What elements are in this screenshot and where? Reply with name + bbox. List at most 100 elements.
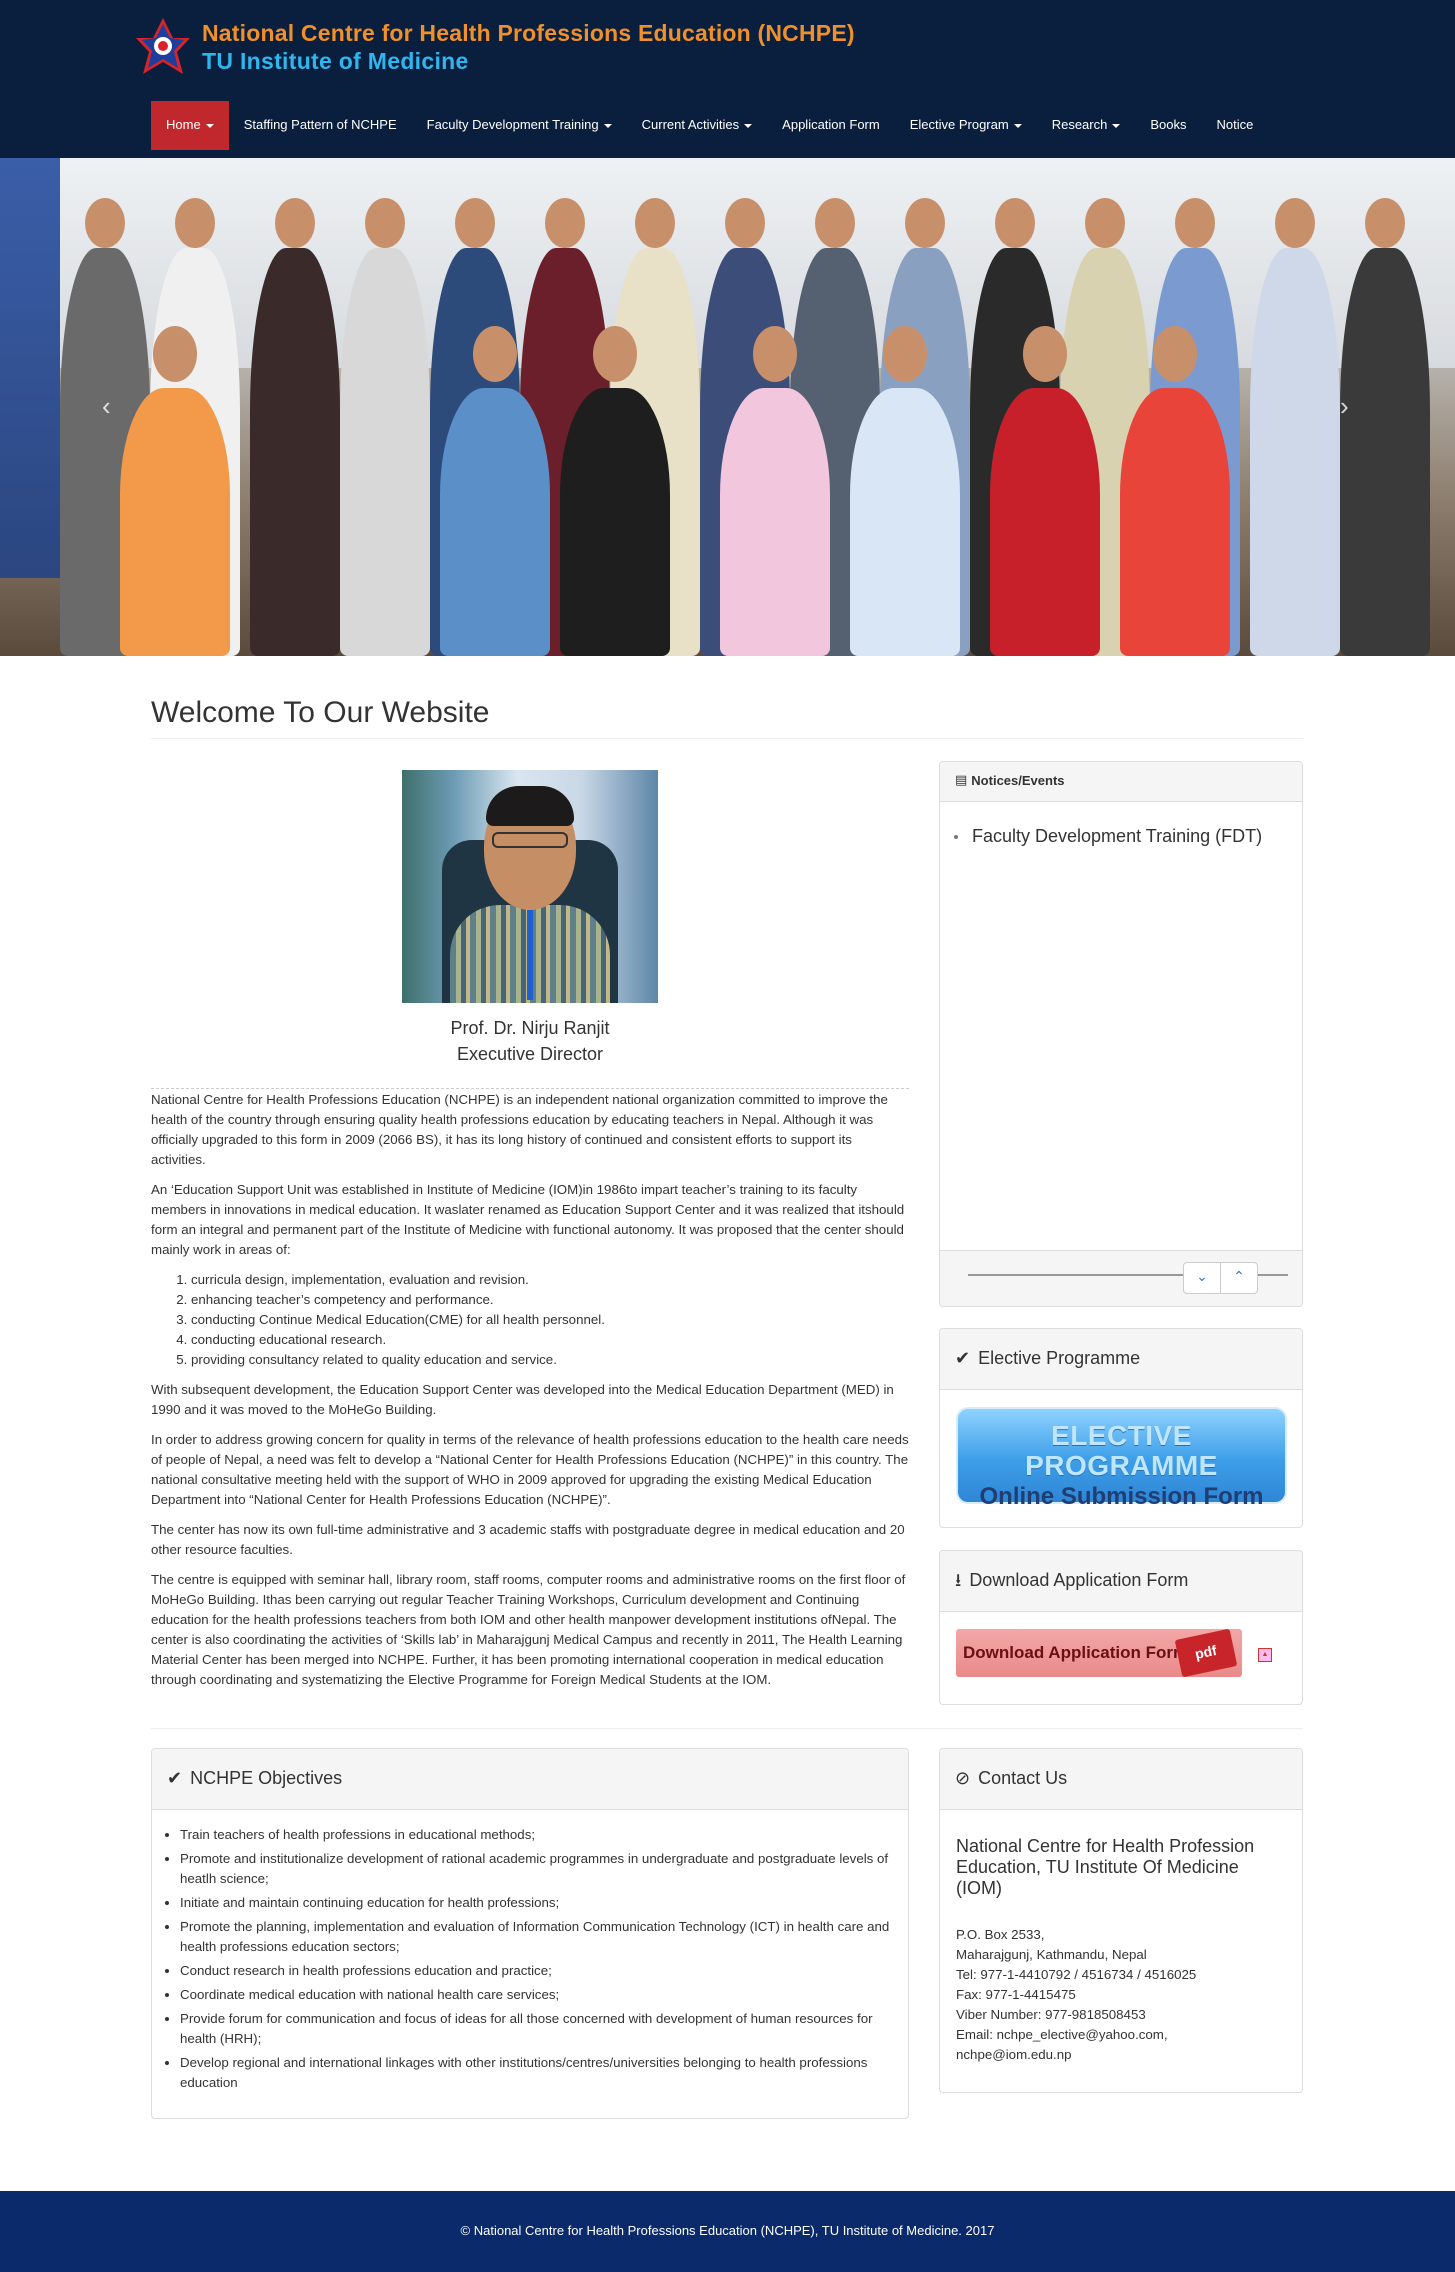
nav-item-application-form[interactable]: Application Form <box>767 101 895 150</box>
list-item: curricula design, implementation, evalua… <box>191 1270 909 1290</box>
about-paragraph: National Centre for Health Professions E… <box>151 1092 888 1167</box>
carousel-prev-button[interactable]: ‹ <box>102 388 111 425</box>
person-head <box>725 198 765 248</box>
person-figure <box>440 388 550 656</box>
person-head <box>1275 198 1315 248</box>
caret-down-icon <box>1112 123 1121 128</box>
contact-heading: Contact Us <box>978 1768 1068 1789</box>
divider <box>151 738 1303 739</box>
download-icon: ⭳ <box>955 1570 962 1592</box>
person-figure <box>720 388 830 656</box>
about-paragraph: In order to address growing concern for … <box>151 1432 909 1507</box>
elective-submission-banner[interactable]: ELECTIVE PROGRAMME Online Submission For… <box>956 1407 1287 1510</box>
contact-line: Viber Number: 977-9818508453 <box>956 2007 1146 2022</box>
list-item: Train teachers of health professions in … <box>180 1825 890 1845</box>
site-header: National Centre for Health Professions E… <box>0 0 1455 158</box>
nav-label: Research <box>1051 117 1108 133</box>
brand[interactable]: National Centre for Health Professions E… <box>134 16 855 78</box>
person-figure <box>990 388 1100 656</box>
nav-item-elective-program[interactable]: Elective Program <box>895 101 1037 150</box>
download-application-button[interactable]: Download Application Form pdf <box>956 1628 1242 1678</box>
nav-label: Faculty Development Training <box>426 117 599 133</box>
nav-item-home[interactable]: Home <box>151 101 229 150</box>
contact-line: Fax: 977-1-4415475 <box>956 1987 1076 2002</box>
carousel-next-button[interactable]: › <box>1340 388 1349 425</box>
download-panel: ⭳ Download Application Form Download App… <box>939 1550 1303 1705</box>
contact-panel: ⊘ Contact Us National Centre for Health … <box>939 1748 1303 2093</box>
list-icon: ▤ <box>955 773 968 789</box>
contact-email[interactable]: Email: nchpe_elective@yahoo.com, <box>956 2025 1196 2045</box>
site-subtitle: TU Institute of Medicine <box>202 48 469 74</box>
person-figure <box>120 388 230 656</box>
director-profile: Prof. Dr. Nirju Ranjit Executive Directo… <box>151 770 909 1067</box>
pdf-file-icon[interactable]: ▲ <box>1258 1648 1272 1662</box>
list-item: Conduct research in health professions e… <box>180 1961 890 1981</box>
caret-down-icon <box>603 123 612 128</box>
nav-item-faculty-development[interactable]: Faculty Development Training <box>412 101 627 150</box>
about-paragraph: With subsequent development, the Educati… <box>151 1382 894 1417</box>
ticker-up-button[interactable]: ⌃ <box>1220 1262 1258 1294</box>
person-head <box>275 198 315 248</box>
panel-heading: ▤ Notices/Events <box>940 762 1302 802</box>
list-item: conducting Continue Medical Education(CM… <box>191 1310 909 1330</box>
caret-down-icon <box>1013 123 1022 128</box>
elective-panel: ✔ Elective Programme ELECTIVE PROGRAMME … <box>939 1328 1303 1528</box>
about-paragraph: The center has now its own full-time adm… <box>151 1522 905 1557</box>
person-head <box>545 198 585 248</box>
person-head <box>995 198 1035 248</box>
person-head <box>1023 326 1067 382</box>
person-head <box>153 326 197 382</box>
download-button-label: Download Application Form <box>963 1642 1189 1662</box>
caret-down-icon <box>205 123 214 128</box>
notices-heading: Notices/Events <box>971 773 1065 789</box>
nav-item-notice[interactable]: Notice <box>1201 101 1268 150</box>
ticker-down-button[interactable]: ⌄ <box>1183 1262 1221 1294</box>
site-title: National Centre for Health Professions E… <box>202 20 855 46</box>
download-heading: Download Application Form <box>969 1570 1189 1591</box>
list-item: Initiate and maintain continuing educati… <box>180 1893 890 1913</box>
objectives-heading: NCHPE Objectives <box>190 1768 343 1789</box>
list-item: conducting educational research. <box>191 1330 909 1350</box>
objectives-panel: ✔ NCHPE Objectives Train teachers of hea… <box>151 1748 909 2119</box>
nav-item-research[interactable]: Research <box>1037 101 1136 150</box>
person-figure <box>340 248 430 656</box>
nav-item-books[interactable]: Books <box>1135 101 1201 150</box>
person-head <box>593 326 637 382</box>
person-head <box>1153 326 1197 382</box>
divider <box>151 1728 1303 1729</box>
contact-line: Maharajgunj, Kathmandu, Nepal <box>956 1947 1147 1962</box>
nav-label: Notice <box>1216 117 1254 133</box>
list-item: Develop regional and international linka… <box>180 2053 890 2093</box>
director-name: Prof. Dr. Nirju Ranjit <box>450 1018 610 1038</box>
elective-heading: Elective Programme <box>978 1348 1141 1369</box>
about-paragraph: An ‘Education Support Unit was establish… <box>151 1182 905 1257</box>
list-item: Promote and institutionalize development… <box>180 1849 890 1889</box>
nav-item-current-activities[interactable]: Current Activities <box>627 101 768 150</box>
contact-organization: National Centre for Health Profession Ed… <box>956 1836 1255 1898</box>
person-head <box>175 198 215 248</box>
check-icon: ✔ <box>955 1348 971 1370</box>
director-title: Executive Director <box>456 1044 604 1064</box>
person-figure <box>250 248 340 656</box>
nav-item-staffing[interactable]: Staffing Pattern of NCHPE <box>229 101 412 150</box>
person-head <box>455 198 495 248</box>
objectives-list: Train teachers of health professions in … <box>180 1825 890 2097</box>
nav-label: Books <box>1150 117 1187 133</box>
nav-label: Home <box>166 117 201 133</box>
star-emblem-icon <box>136 18 190 74</box>
about-section: National Centre for Health Professions E… <box>151 1090 909 1700</box>
pdf-icon: pdf <box>1174 1628 1238 1678</box>
person-head <box>753 326 797 382</box>
panel-heading: ⭳ Download Application Form <box>940 1551 1302 1612</box>
contact-email[interactable]: nchpe@iom.edu.np <box>956 2045 1196 2065</box>
person-head <box>905 198 945 248</box>
person-head <box>883 326 927 382</box>
director-photo <box>402 770 658 1003</box>
site-footer: © National Centre for Health Professions… <box>0 2191 1455 2272</box>
footer-copyright: © National Centre for Health Professions… <box>460 2223 995 2239</box>
notice-link[interactable]: Faculty Development Training (FDT) <box>972 824 1262 850</box>
areas-list: curricula design, implementation, evalua… <box>191 1270 909 1370</box>
notice-item[interactable]: Faculty Development Training (FDT) <box>954 824 1262 850</box>
person-head <box>85 198 125 248</box>
nav-label: Application Form <box>782 117 880 133</box>
